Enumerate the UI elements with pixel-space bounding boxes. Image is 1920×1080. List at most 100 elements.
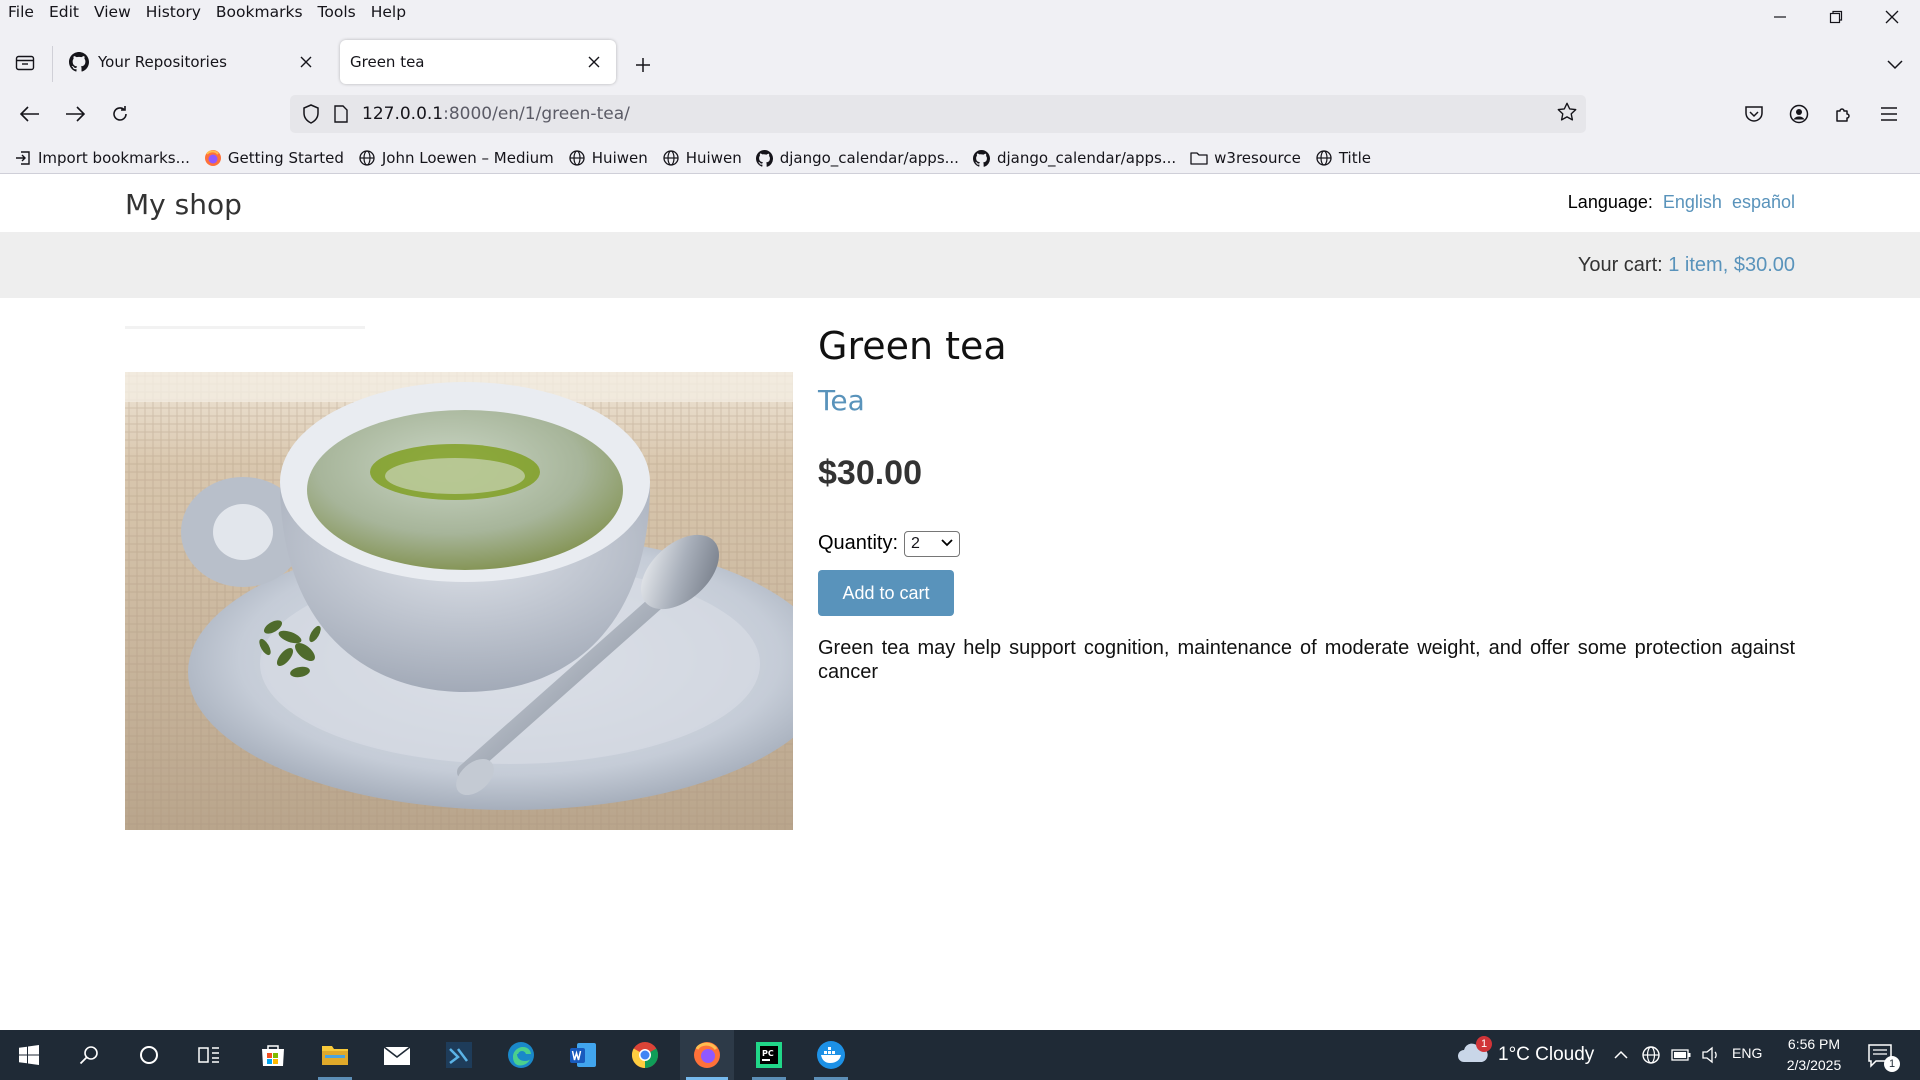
app-menu-button[interactable] [1871,96,1907,132]
globe-icon [1315,149,1333,167]
site-logo[interactable]: My shop [125,188,242,221]
battery-button[interactable] [1668,1048,1694,1062]
menu-view[interactable]: View [94,3,131,21]
page-icon[interactable] [328,101,354,127]
weather-text: 1°C Cloudy [1498,1044,1595,1065]
chevron-up-icon [1614,1050,1628,1059]
firefox-icon [694,1042,720,1068]
bookmark-title[interactable]: Title [1315,149,1371,167]
taskbar-file-explorer[interactable] [308,1030,362,1080]
quantity-select[interactable]: 2 [904,531,960,557]
account-icon [1789,104,1809,124]
bookmark-django-calendar-2[interactable]: django_calendar/apps... [973,149,1176,167]
menu-history[interactable]: History [146,3,201,21]
mail-icon [383,1046,411,1065]
arrow-right-icon [66,106,85,122]
bookmarks-toolbar: Import bookmarks... Getting Started John… [0,143,1920,173]
close-icon [1885,10,1899,24]
start-button[interactable] [2,1030,56,1080]
task-view-button[interactable] [182,1030,236,1080]
extensions-button[interactable] [1826,96,1862,132]
url-bar[interactable]: 127.0.0.1:8000/en/1/green-tea/ [290,95,1586,133]
close-window-button[interactable] [1864,0,1920,34]
bookmark-django-calendar-1[interactable]: django_calendar/apps... [756,149,959,167]
search-button[interactable] [62,1030,116,1080]
taskbar-chrome[interactable] [618,1030,672,1080]
cart-link[interactable]: 1 item, $30.00 [1668,254,1795,276]
puzzle-icon [1836,108,1850,122]
bookmark-huiwen-2[interactable]: Huiwen [662,149,742,167]
speaker-icon [1702,1046,1717,1064]
taskbar-edge[interactable] [494,1030,548,1080]
taskbar-mail[interactable] [370,1030,424,1080]
close-tab-button[interactable] [292,48,320,76]
taskbar-pycharm[interactable]: PC [742,1030,796,1080]
account-button[interactable] [1781,96,1817,132]
system-tray [1608,1030,1728,1080]
shield-icon[interactable] [298,101,324,127]
add-to-cart-button[interactable]: Add to cart [818,570,954,616]
clock[interactable]: 6:56 PM 2/3/2025 [1782,1034,1846,1076]
globe-icon [358,149,376,167]
tab-title: Green tea [350,53,425,71]
quantity-label: Quantity: [818,532,899,554]
clock-time: 6:56 PM [1787,1036,1841,1052]
browser-chrome: File Edit View History Bookmarks Tools H… [0,0,1920,174]
network-button[interactable] [1638,1045,1664,1065]
taskbar-vscode[interactable] [432,1030,486,1080]
close-icon [588,56,600,68]
bookmark-star-button[interactable] [1556,101,1578,128]
menu-tools[interactable]: Tools [318,3,356,21]
github-icon [68,51,90,73]
reload-button[interactable] [102,96,138,132]
bookmark-w3resource[interactable]: w3resource [1190,149,1301,167]
volume-button[interactable] [1698,1046,1724,1064]
bookmark-huiwen-1[interactable]: Huiwen [568,149,648,167]
close-tab-button[interactable] [580,48,608,76]
taskbar-firefox[interactable] [680,1030,734,1080]
github-icon [973,149,991,167]
list-all-tabs-button[interactable] [1880,50,1910,80]
back-button[interactable] [12,96,48,132]
menu-file[interactable]: File [8,3,34,21]
pocket-button[interactable] [1736,96,1772,132]
menu-help[interactable]: Help [371,3,406,21]
hamburger-icon [1881,107,1897,121]
cortana-button[interactable] [122,1030,176,1080]
firefox-view-button[interactable] [8,46,42,80]
clock-date: 2/3/2025 [1786,1057,1842,1073]
tab-your-repositories[interactable]: Your Repositories [58,40,328,84]
language-spanish-link[interactable]: español [1732,192,1795,212]
bookmark-label: w3resource [1214,149,1301,167]
tab-green-tea[interactable]: Green tea [340,40,616,84]
minimize-button[interactable] [1752,0,1808,34]
url-text[interactable]: 127.0.0.1:8000/en/1/green-tea/ [362,104,630,124]
restore-button[interactable] [1808,0,1864,34]
language-selector: Language: English español [1568,192,1795,213]
bookmark-import[interactable]: Import bookmarks... [14,149,190,167]
bookmark-getting-started[interactable]: Getting Started [204,149,344,167]
product-category-link[interactable]: Tea [818,384,865,417]
taskbar-store[interactable] [246,1030,300,1080]
menu-bookmarks[interactable]: Bookmarks [216,3,303,21]
cart-bar: Your cart: 1 item, $30.00 [0,232,1920,298]
menu-edit[interactable]: Edit [49,3,79,21]
new-tab-button[interactable] [628,50,658,80]
forward-button[interactable] [57,96,93,132]
show-hidden-icons-button[interactable] [1608,1050,1634,1060]
firefox-icon [204,149,222,167]
bookmark-medium[interactable]: John Loewen – Medium [358,149,554,167]
notification-center-button[interactable]: 1 [1866,1038,1900,1072]
globe-icon [662,149,680,167]
site-header: My shop Language: English español [0,174,1920,232]
github-icon [756,149,774,167]
taskbar-docker[interactable] [804,1030,858,1080]
weather-widget[interactable]: 1 1°C Cloudy [1456,1030,1594,1080]
language-english-link[interactable]: English [1663,192,1722,212]
taskbar-word[interactable] [556,1030,610,1080]
bookmark-label: Huiwen [685,149,742,167]
input-language[interactable]: ENG [1732,1045,1762,1061]
import-icon [14,149,32,167]
url-path: :8000/en/1/green-tea/ [443,104,630,124]
tab-separator [52,46,53,82]
